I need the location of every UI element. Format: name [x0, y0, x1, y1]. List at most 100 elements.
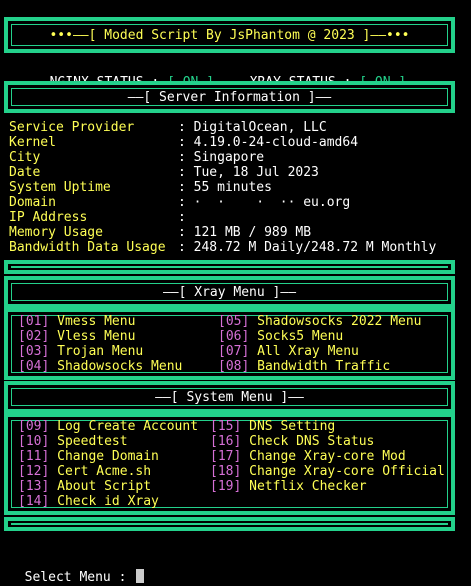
- server-info-value: : 121 MB / 989 MB: [178, 225, 311, 240]
- banner-frame: •••——[ Moded Script By JsPhantom @ 2023 …: [4, 17, 455, 53]
- xray-menu-header: ——[ Xray Menu ]——: [4, 276, 455, 308]
- server-info-label: System Uptime: [9, 180, 111, 195]
- menu-item[interactable]: [02] Vless Menu: [18, 329, 135, 344]
- menu-item[interactable]: [13] About Script: [18, 479, 151, 494]
- menu-item[interactable]: [10] Speedtest: [18, 434, 128, 449]
- menu-item-label: Speedtest: [57, 434, 128, 449]
- server-info-label: Service Provider: [9, 120, 135, 135]
- menu-item-number: [18]: [210, 464, 242, 479]
- menu-item-number: [19]: [210, 479, 242, 494]
- separator-frame-bottom: [4, 517, 455, 531]
- menu-item[interactable]: [08] Bandwidth Traffic: [218, 359, 390, 374]
- server-info-header: ——[ Server Information ]——: [4, 81, 455, 113]
- menu-item-number: [09]: [18, 419, 50, 434]
- menu-item-label: Vmess Menu: [57, 314, 136, 329]
- menu-item-label: Change Xray-core Mod: [249, 449, 406, 464]
- menu-item-label: Netflix Checker: [249, 479, 367, 494]
- menu-item-label: Vless Menu: [57, 329, 136, 344]
- menu-item-number: [02]: [18, 329, 50, 344]
- server-info-value: :: [178, 210, 194, 225]
- menu-item-number: [14]: [18, 494, 50, 509]
- menu-item-number: [03]: [18, 344, 50, 359]
- menu-item-label: Socks5 Menu: [257, 329, 344, 344]
- separator-colon: :: [178, 195, 186, 210]
- server-info-value-text: Singapore: [193, 150, 265, 165]
- menu-item[interactable]: [03] Trojan Menu: [18, 344, 143, 359]
- cursor-block[interactable]: [136, 569, 145, 583]
- server-info-value: : · · · ·· eu.org: [178, 195, 350, 210]
- menu-item-number: [10]: [18, 434, 50, 449]
- server-info-value: : Singapore: [178, 150, 264, 165]
- menu-item-label: Change Xray-core Official: [249, 464, 445, 479]
- server-info-title: ——[ Server Information ]——: [127, 90, 332, 105]
- menu-item[interactable]: [04] Shadowsocks Menu: [18, 359, 182, 374]
- system-menu-header: ——[ System Menu ]——: [4, 381, 455, 413]
- server-info-value-text: 121 MB / 989 MB: [193, 225, 312, 240]
- menu-item-number: [17]: [210, 449, 242, 464]
- separator-colon: :: [178, 120, 186, 135]
- server-info-value-text: DigitalOcean, LLC: [193, 120, 327, 135]
- menu-item[interactable]: [12] Cert Acme.sh: [18, 464, 151, 479]
- menu-item-number: [04]: [18, 359, 50, 374]
- server-info-value-text: 248.72 M Daily/248.72 M Monthly: [193, 240, 437, 255]
- server-info-label: IP Address: [9, 210, 88, 225]
- separator-colon: :: [178, 135, 186, 150]
- separator-colon: :: [178, 240, 186, 255]
- menu-item-number: [16]: [210, 434, 242, 449]
- menu-item[interactable]: [18] Change Xray-core Official: [210, 464, 445, 479]
- menu-item-number: [07]: [218, 344, 250, 359]
- server-info-value: : DigitalOcean, LLC: [178, 120, 327, 135]
- menu-item-label: Trojan Menu: [57, 344, 144, 359]
- menu-item-number: [01]: [18, 314, 50, 329]
- server-info-value-text: Tue, 18 Jul 2023: [193, 165, 319, 180]
- menu-item[interactable]: [19] Netflix Checker: [210, 479, 367, 494]
- menu-item[interactable]: [09] Log Create Account: [18, 419, 198, 434]
- menu-item-label: Cert Acme.sh: [57, 464, 152, 479]
- server-info-label: Kernel: [9, 135, 56, 150]
- server-info-value: : 4.19.0-24-cloud-amd64: [178, 135, 358, 150]
- xray-menu-title: ——[ Xray Menu ]——: [162, 285, 297, 300]
- menu-item[interactable]: [05] Shadowsocks 2022 Menu: [218, 314, 422, 329]
- server-info-label: Date: [9, 165, 41, 180]
- menu-item-label: Shadowsocks 2022 Menu: [257, 314, 422, 329]
- menu-item-label: Bandwidth Traffic: [257, 359, 391, 374]
- menu-item-number: [11]: [18, 449, 50, 464]
- menu-item-label: Check id Xray: [57, 494, 159, 509]
- menu-item-number: [13]: [18, 479, 50, 494]
- server-info-label: Bandwidth Data Usage: [9, 240, 166, 255]
- prompt-label: Select Menu :: [24, 570, 135, 585]
- server-info-label: City: [9, 150, 41, 165]
- server-info-value-text: 55 minutes: [193, 180, 272, 195]
- menu-item-number: [05]: [218, 314, 250, 329]
- separator-colon: :: [178, 150, 186, 165]
- menu-item[interactable]: [07] All Xray Menu: [218, 344, 359, 359]
- menu-item-number: [06]: [218, 329, 250, 344]
- separator-colon: :: [178, 225, 186, 240]
- menu-item[interactable]: [17] Change Xray-core Mod: [210, 449, 406, 464]
- select-menu-prompt[interactable]: Select Menu :: [9, 554, 145, 585]
- separator-colon: :: [178, 210, 186, 225]
- menu-item[interactable]: [06] Socks5 Menu: [218, 329, 343, 344]
- menu-item[interactable]: [14] Check id Xray: [18, 494, 159, 509]
- server-info-label: Memory Usage: [9, 225, 103, 240]
- banner-title: •••——[ Moded Script By JsPhantom @ 2023 …: [49, 28, 410, 43]
- menu-item[interactable]: [16] Check DNS Status: [210, 434, 374, 449]
- system-menu-title: ——[ System Menu ]——: [155, 390, 304, 405]
- server-info-value: : 55 minutes: [178, 180, 272, 195]
- menu-item[interactable]: [01] Vmess Menu: [18, 314, 135, 329]
- server-info-value-text: 4.19.0-24-cloud-amd64: [193, 135, 359, 150]
- menu-item-label: Log Create Account: [57, 419, 199, 434]
- menu-item-number: [15]: [210, 419, 242, 434]
- menu-item-label: Shadowsocks Menu: [57, 359, 183, 374]
- menu-item[interactable]: [15] DNS Setting: [210, 419, 335, 434]
- separator-frame-top: [4, 260, 455, 274]
- menu-item-label: Check DNS Status: [249, 434, 375, 449]
- server-info-value: : Tue, 18 Jul 2023: [178, 165, 319, 180]
- menu-item-label: DNS Setting: [249, 419, 336, 434]
- menu-item-number: [12]: [18, 464, 50, 479]
- menu-item-number: [08]: [218, 359, 250, 374]
- separator-colon: :: [178, 165, 186, 180]
- server-info-label: Domain: [9, 195, 56, 210]
- server-info-value: : 248.72 M Daily/248.72 M Monthly: [178, 240, 436, 255]
- menu-item[interactable]: [11] Change Domain: [18, 449, 159, 464]
